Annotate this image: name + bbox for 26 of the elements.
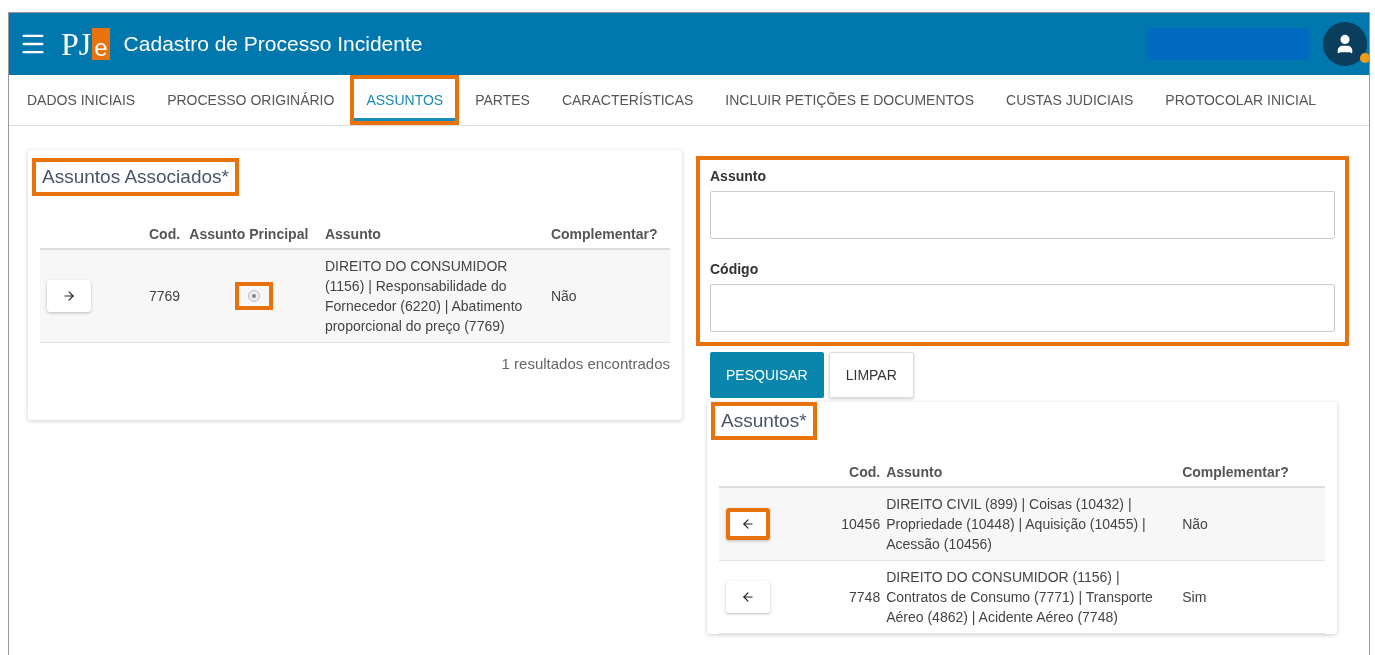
table-cell: 7769 (146, 249, 187, 343)
table-cell: Não (547, 249, 670, 343)
table-cell: Sim (1179, 560, 1325, 634)
input-field[interactable] (710, 284, 1335, 332)
field-label: Assunto (710, 168, 767, 184)
input-field[interactable] (710, 191, 1335, 239)
arrow-right-icon (62, 289, 76, 303)
user-avatar[interactable] (1323, 22, 1367, 66)
table-cell: DIREITO CIVIL (899) | Coisas (10432) | Propriedade (10448) | Aquisição (10455) | Acessão (10456) (883, 487, 1180, 561)
card-title: Assuntos* (711, 402, 817, 440)
tab[interactable]: ASSUNTOS (350, 75, 460, 125)
principal-radio[interactable] (235, 282, 274, 310)
results-count: 1 resultados encontrados (500, 354, 670, 374)
field-label: Código (710, 261, 760, 277)
card-title: Assuntos Associados* (32, 158, 239, 196)
table-cell: DIREITO DO CONSUMIDOR (1156) | Contratos de Consumo (7771) | Transporte Aéreo (4862) | Acidente Aéreo (7748) (883, 560, 1180, 634)
table-cell: 7748 (825, 560, 884, 634)
clear-button[interactable]: LIMPAR (828, 352, 914, 398)
search-button[interactable]: PESQUISAR (710, 352, 824, 398)
move-right-button[interactable] (47, 280, 91, 312)
logo: PJe (61, 28, 110, 60)
page-title: Cadastro de Processo Incidente (123, 32, 424, 56)
move-left-button[interactable] (726, 508, 770, 540)
table-cell: DIREITO DO CONSUMIDOR (1156) | Responsabilidade do Fornecedor (6220) | Abatimento proporcional do preço (7769) (321, 249, 548, 343)
table-cell: 10456 (825, 487, 884, 561)
table-cell: Não (1179, 487, 1325, 561)
